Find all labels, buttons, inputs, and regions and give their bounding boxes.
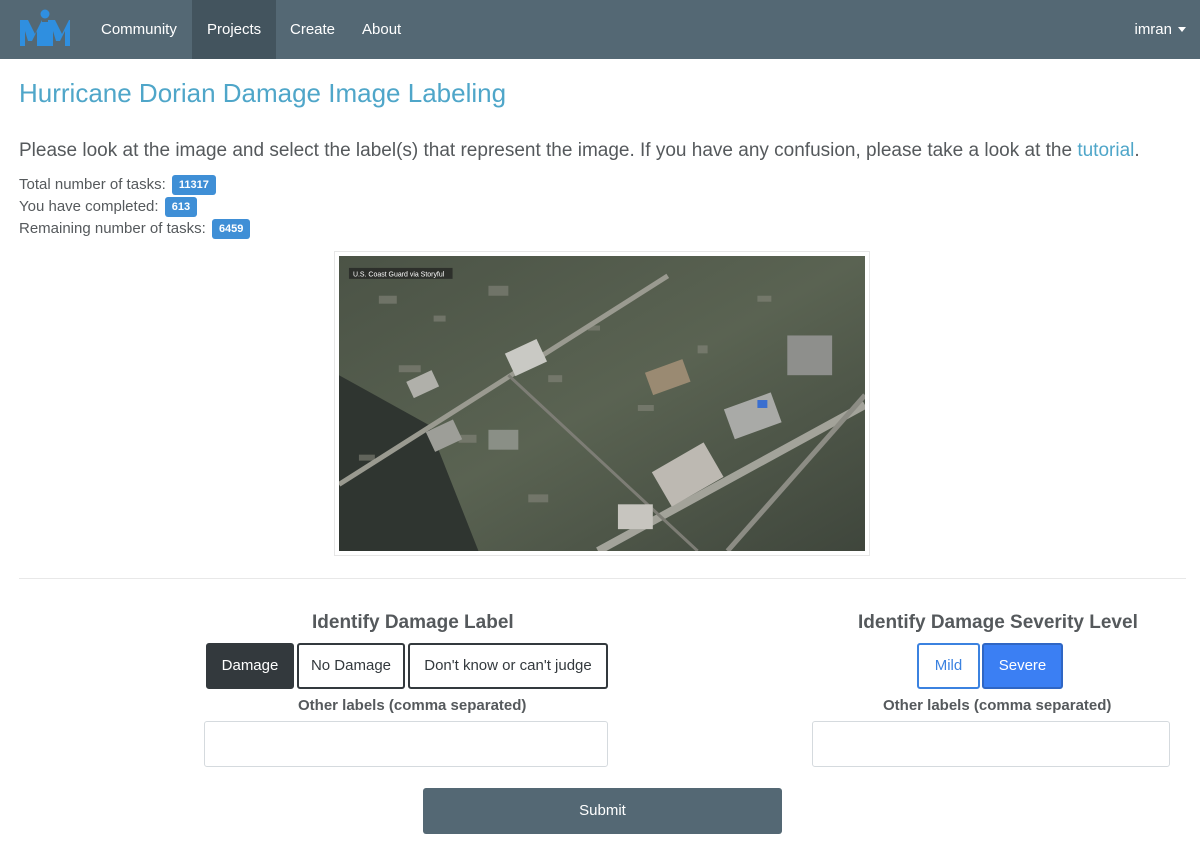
nav-projects[interactable]: Projects bbox=[192, 0, 277, 59]
nav-create[interactable]: Create bbox=[275, 0, 350, 59]
page-title: Hurricane Dorian Damage Image Labeling bbox=[19, 78, 507, 108]
severe-button[interactable]: Severe bbox=[982, 643, 1063, 689]
stat-remaining-badge: 6459 bbox=[211, 219, 251, 239]
top-navbar: Community Projects Create About imran bbox=[0, 0, 1200, 59]
stat-total-label: Total number of tasks: bbox=[19, 176, 166, 193]
no-damage-button[interactable]: No Damage bbox=[297, 643, 405, 689]
damage-button[interactable]: Damage bbox=[206, 643, 294, 689]
dont-know-button[interactable]: Don't know or can't judge bbox=[408, 643, 608, 689]
stat-completed-badge: 613 bbox=[164, 197, 198, 217]
severity-other-labels-input[interactable] bbox=[812, 721, 1170, 767]
severity-other-labels-label: Other labels (comma separated) bbox=[883, 697, 1112, 714]
tutorial-link[interactable]: tutorial bbox=[1077, 140, 1134, 161]
app-logo[interactable] bbox=[18, 8, 72, 48]
damage-other-labels-label: Other labels (comma separated) bbox=[298, 697, 527, 714]
severity-section-title: Identify Damage Severity Level bbox=[858, 612, 1138, 633]
submit-button[interactable]: Submit bbox=[423, 788, 782, 834]
stat-remaining-label: Remaining number of tasks: bbox=[19, 220, 206, 237]
nav-about[interactable]: About bbox=[347, 0, 416, 59]
user-menu[interactable]: imran bbox=[1134, 0, 1186, 59]
aerial-damage-photo: U.S. Coast Guard via Storyful bbox=[339, 256, 865, 551]
stat-completed-label: You have completed: bbox=[19, 198, 159, 215]
image-caption: U.S. Coast Guard via Storyful bbox=[353, 271, 445, 278]
nav-community[interactable]: Community bbox=[86, 0, 192, 59]
stat-total-badge: 11317 bbox=[171, 175, 216, 195]
mild-button[interactable]: Mild bbox=[917, 643, 980, 689]
instructions-period: . bbox=[1134, 140, 1140, 161]
user-name: imran bbox=[1134, 21, 1172, 38]
instructions-body: Please look at the image and select the … bbox=[19, 140, 1073, 161]
caret-down-icon bbox=[1178, 26, 1186, 32]
stat-total: Total number of tasks: 11317 bbox=[19, 175, 216, 195]
instructions-text: Please look at the image and select the … bbox=[19, 140, 1140, 162]
damage-other-labels-input[interactable] bbox=[204, 721, 608, 767]
section-divider bbox=[19, 578, 1186, 579]
task-image-frame: U.S. Coast Guard via Storyful bbox=[334, 251, 870, 556]
damage-section-title: Identify Damage Label bbox=[312, 612, 514, 633]
stat-completed: You have completed: 613 bbox=[19, 197, 198, 217]
stat-remaining: Remaining number of tasks: 6459 bbox=[19, 219, 251, 239]
